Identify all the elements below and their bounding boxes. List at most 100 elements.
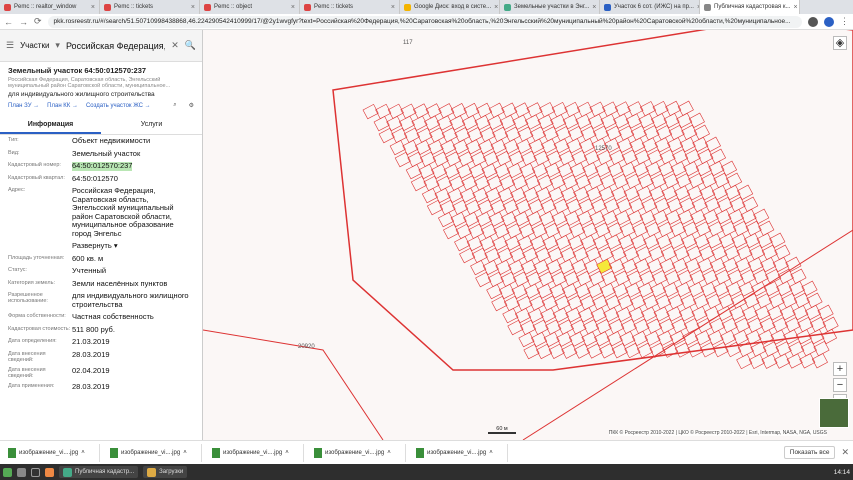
cadastral-map[interactable]: 1172092012570 ◈ + − ⌂ 60 м ПКК © Росреес… — [203, 30, 853, 440]
start-menu-icon[interactable] — [3, 467, 12, 477]
parcel[interactable] — [502, 307, 519, 324]
close-downloads-icon[interactable]: ✕ — [841, 447, 849, 458]
parcel[interactable] — [539, 102, 556, 118]
parcel[interactable] — [677, 100, 694, 116]
plan-zu-link[interactable]: План ЗУ → — [8, 103, 39, 109]
close-icon[interactable]: × — [793, 4, 797, 11]
chevron-up-icon[interactable]: ˄ — [285, 450, 289, 456]
close-icon[interactable]: × — [191, 4, 195, 11]
parcel[interactable] — [589, 101, 606, 117]
parcel[interactable] — [774, 353, 791, 369]
parcel[interactable] — [639, 101, 657, 117]
parcel[interactable] — [387, 103, 404, 119]
close-icon[interactable]: × — [291, 4, 295, 11]
browser-taskbar-icon[interactable] — [45, 467, 54, 477]
browser-tab[interactable]: Земельные участки в Энг... × — [500, 0, 600, 14]
parcel[interactable] — [736, 353, 753, 370]
create-parcel-link[interactable]: Создать участок ЖС → — [86, 103, 151, 109]
parcel[interactable] — [652, 100, 669, 117]
parcel[interactable] — [822, 316, 839, 332]
parcel[interactable] — [526, 102, 543, 118]
menu-icon[interactable]: ⋮ — [840, 16, 849, 27]
zoom-to-icon[interactable]: ⌕ — [173, 102, 176, 109]
plan-kk-link[interactable]: План КК → — [47, 103, 78, 109]
url-input[interactable]: pkk.rosreestr.ru/#/search/51.50710998438… — [47, 15, 802, 28]
search-icon[interactable]: 🔍 — [185, 40, 196, 51]
parcel[interactable] — [774, 244, 791, 260]
parcel[interactable] — [486, 283, 503, 300]
parcel[interactable] — [786, 353, 803, 369]
back-icon[interactable]: ← — [4, 17, 13, 27]
chevron-up-icon[interactable]: ˄ — [81, 450, 85, 456]
browser-tab[interactable]: Публичная кадастровая к... × — [700, 0, 800, 14]
layers-icon[interactable]: ◈ — [833, 36, 847, 50]
field-value[interactable]: Развернуть ▾ — [72, 241, 118, 251]
parcel[interactable] — [463, 102, 480, 119]
parcel[interactable] — [758, 220, 775, 236]
parcel[interactable] — [373, 115, 390, 132]
download-item[interactable]: изображение_vi....jpg ˄ — [106, 443, 202, 462]
terminal-icon[interactable] — [31, 467, 40, 477]
forward-icon[interactable]: → — [19, 17, 28, 27]
parcel[interactable] — [551, 101, 568, 118]
tab-info[interactable]: Информация — [0, 117, 101, 134]
parcel[interactable] — [665, 100, 682, 117]
browser-tab[interactable]: Pemc :: object × — [200, 0, 300, 14]
close-icon[interactable]: × — [391, 4, 395, 11]
parcel[interactable] — [476, 102, 493, 119]
parcel[interactable] — [748, 353, 765, 370]
parcel[interactable] — [513, 102, 530, 118]
hamburger-icon[interactable]: ☰ — [6, 40, 14, 51]
parcel[interactable] — [693, 124, 710, 140]
search-input[interactable]: Российская Федерация, Са — [66, 41, 165, 51]
parcel[interactable] — [742, 196, 759, 212]
parcel[interactable] — [405, 163, 422, 180]
parcel[interactable] — [437, 211, 455, 228]
chevron-up-icon[interactable]: ˄ — [489, 450, 493, 456]
parcel[interactable] — [362, 103, 379, 120]
parcel[interactable] — [375, 103, 392, 120]
parcel[interactable] — [389, 139, 406, 156]
taskbar-item-downloads[interactable]: Загрузки — [143, 466, 188, 478]
chevron-up-icon[interactable]: ˄ — [387, 450, 391, 456]
close-icon[interactable]: × — [91, 4, 95, 11]
parcel[interactable] — [454, 235, 471, 252]
close-icon[interactable]: × — [592, 4, 596, 11]
download-item[interactable]: изображение_vi....jpg ˄ — [208, 443, 304, 462]
parcel[interactable] — [799, 353, 816, 369]
parcel[interactable] — [421, 187, 439, 204]
clear-icon[interactable]: ✕ — [171, 40, 179, 51]
browser-tab[interactable]: Pemc :: tickets × — [300, 0, 400, 14]
parcel[interactable] — [576, 101, 594, 118]
browser-tab[interactable]: Участок 6 сот. (ИЖС) на пр...× — [600, 0, 700, 14]
download-item[interactable]: изображение_vi....jpg ˄ — [310, 443, 406, 462]
parcel[interactable] — [501, 102, 518, 118]
extension-icon[interactable] — [808, 16, 818, 27]
reload-icon[interactable]: ⟳ — [34, 16, 42, 27]
parcel[interactable] — [518, 331, 535, 348]
parcel[interactable] — [627, 101, 644, 117]
parcel[interactable] — [400, 103, 417, 119]
chevron-down-icon[interactable]: ▾ — [55, 40, 60, 51]
parcel[interactable] — [564, 101, 581, 118]
field-value[interactable]: 64:50:012570 — [72, 174, 118, 184]
basemap-thumbnail[interactable] — [819, 398, 849, 428]
profile-icon[interactable] — [824, 16, 834, 27]
browser-tab[interactable]: Pemc :: tickets × — [100, 0, 200, 14]
parcel[interactable] — [761, 353, 778, 369]
search-type-select[interactable]: Участки — [20, 41, 49, 50]
download-item[interactable]: изображение_vi....jpg ˄ — [4, 443, 100, 462]
browser-tab[interactable]: Pemc :: realtor_window × — [0, 0, 100, 14]
taskbar-item-browser[interactable]: Публичная кадастр... — [59, 466, 139, 478]
parcel[interactable] — [709, 148, 727, 164]
parcel-layer[interactable]: 117 20920 12570 — [203, 30, 853, 440]
parcel[interactable] — [806, 292, 823, 308]
close-icon[interactable]: × — [494, 4, 498, 11]
parcel[interactable] — [425, 103, 442, 119]
show-all-button[interactable]: Показать все — [783, 446, 836, 459]
parcel[interactable] — [450, 103, 467, 119]
parcel[interactable] — [438, 103, 455, 119]
parcel[interactable] — [811, 353, 828, 369]
parcel[interactable] — [726, 172, 743, 188]
browser-tab[interactable]: Google Диск: вход в систе... × — [400, 0, 500, 14]
